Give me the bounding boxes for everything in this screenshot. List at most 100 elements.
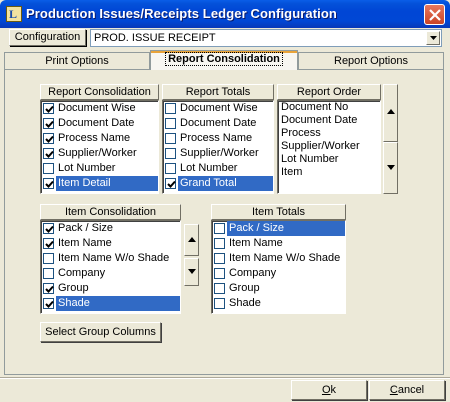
list-item[interactable]: Item Name W/o Shade [41,251,180,266]
list-item[interactable]: Document Date [41,116,158,131]
list-item[interactable]: Lot Number [163,161,273,176]
list-item[interactable]: Item Name W/o Shade [212,251,345,266]
title-bar[interactable]: L Production Issues/Receipts Ledger Conf… [0,0,450,28]
list-item-label: Company [58,267,106,279]
checkbox-unchecked[interactable] [165,133,176,144]
list-item[interactable]: Shade [212,296,345,311]
list-item[interactable]: Group [41,281,180,296]
tab-label: Print Options [45,55,109,67]
list-item-label: Document Wise [58,102,136,114]
list-item[interactable]: Company [212,266,345,281]
report-totals-header: Report Totals [162,84,274,100]
list-item-label: Pack / Size [227,221,345,236]
report-order-item[interactable]: Item [278,166,380,179]
divider [0,378,450,379]
checkbox-unchecked[interactable] [165,103,176,114]
list-item[interactable]: Document Wise [163,101,273,116]
checkbox-checked[interactable] [43,223,54,234]
list-item[interactable]: Item Detail [41,176,158,191]
report-order-list[interactable]: Document No Document Date Process Supplier/… [277,100,381,194]
checkbox-unchecked[interactable] [214,268,225,279]
list-item[interactable]: Pack / Size [212,221,345,236]
list-item-label: Item Name [229,237,283,249]
configuration-button[interactable]: Configuration [9,29,86,46]
select-group-columns-button[interactable]: Select Group Columns [40,322,161,342]
report-totals-list[interactable]: Document Wise Document Date Process Name Su… [162,100,274,194]
dropdown-button[interactable] [426,31,440,45]
checkbox-checked[interactable] [43,178,54,189]
move-up-button[interactable] [383,84,398,142]
checkbox-checked[interactable] [165,178,176,189]
report-consolidation-header: Report Consolidation [40,84,159,100]
arrow-down-icon [188,269,196,274]
list-item[interactable]: Process Name [163,131,273,146]
checkbox-unchecked[interactable] [214,223,225,234]
checkbox-unchecked[interactable] [165,148,176,159]
report-order-item[interactable]: Process [278,127,380,140]
tab-report-options[interactable]: Report Options [298,52,444,69]
checkbox-checked[interactable] [43,133,54,144]
list-item[interactable]: Group [212,281,345,296]
checkbox-checked[interactable] [43,103,54,114]
checkbox-unchecked[interactable] [165,118,176,129]
list-item[interactable]: Grand Total [163,176,273,191]
list-item[interactable]: Item Name [212,236,345,251]
item-move-up-button[interactable] [184,224,199,256]
arrow-up-icon [387,109,395,114]
list-item[interactable]: Lot Number [41,161,158,176]
list-item[interactable]: Supplier/Worker [41,146,158,161]
item-consolidation-list[interactable]: Pack / Size Item Name Item Name W/o Shade C… [40,220,181,314]
report-order-item[interactable]: Supplier/Worker [278,140,380,153]
report-order-item[interactable]: Document No [278,101,380,114]
close-icon [429,9,441,21]
list-item-label: Supplier/Worker [58,147,137,159]
list-item-label: Item Name W/o Shade [229,252,341,264]
checkbox-checked[interactable] [43,148,54,159]
list-item[interactable]: Shade [41,296,180,311]
list-item[interactable]: Document Wise [41,101,158,116]
configuration-select[interactable]: PROD. ISSUE RECEIPT [90,29,442,47]
list-item-label: Shade [229,297,261,309]
tab-print-options[interactable]: Print Options [4,52,150,69]
item-totals-list[interactable]: Pack / Size Item Name Item Name W/o Shade C… [211,220,346,314]
list-item[interactable]: Process Name [41,131,158,146]
checkmark-icon [45,105,54,113]
list-item-label: Pack / Size [58,222,114,234]
tab-label: Report Consolidation [165,52,283,66]
ok-button[interactable]: Ok [291,380,367,400]
select-group-columns-label: Select Group Columns [45,326,156,338]
checkbox-unchecked[interactable] [43,163,54,174]
checkbox-unchecked[interactable] [43,253,54,264]
list-item[interactable]: Supplier/Worker [163,146,273,161]
list-item[interactable]: Company [41,266,180,281]
checkbox-checked[interactable] [43,118,54,129]
checkmark-icon [45,180,54,188]
checkmark-icon [45,135,54,143]
tab-report-consolidation[interactable]: Report Consolidation [150,50,298,70]
report-consolidation-list[interactable]: Document Wise Document Date Process Name Su… [40,100,159,194]
list-item[interactable]: Document Date [163,116,273,131]
cancel-button[interactable]: Cancel [369,380,445,400]
list-item[interactable]: Item Name [41,236,180,251]
dialog-window: L Production Issues/Receipts Ledger Conf… [0,0,450,402]
checkbox-checked[interactable] [43,238,54,249]
checkbox-checked[interactable] [43,283,54,294]
close-button[interactable] [424,4,445,25]
report-order-item[interactable]: Lot Number [278,153,380,166]
list-item-label: Company [229,267,277,279]
item-move-down-button[interactable] [184,258,199,286]
checkbox-unchecked[interactable] [43,268,54,279]
checkmark-icon [45,285,54,293]
checkbox-unchecked[interactable] [214,283,225,294]
list-item-label: Grand Total [178,176,273,191]
checkbox-checked[interactable] [43,298,54,309]
checkbox-unchecked[interactable] [214,238,225,249]
checkbox-unchecked[interactable] [214,298,225,309]
list-item[interactable]: Pack / Size [41,221,180,236]
ok-accelerator: O [321,384,331,396]
report-order-item[interactable]: Document Date [278,114,380,127]
move-down-button[interactable] [383,142,398,194]
list-item-label: Supplier/Worker [180,147,259,159]
checkbox-unchecked[interactable] [165,163,176,174]
checkbox-unchecked[interactable] [214,253,225,264]
